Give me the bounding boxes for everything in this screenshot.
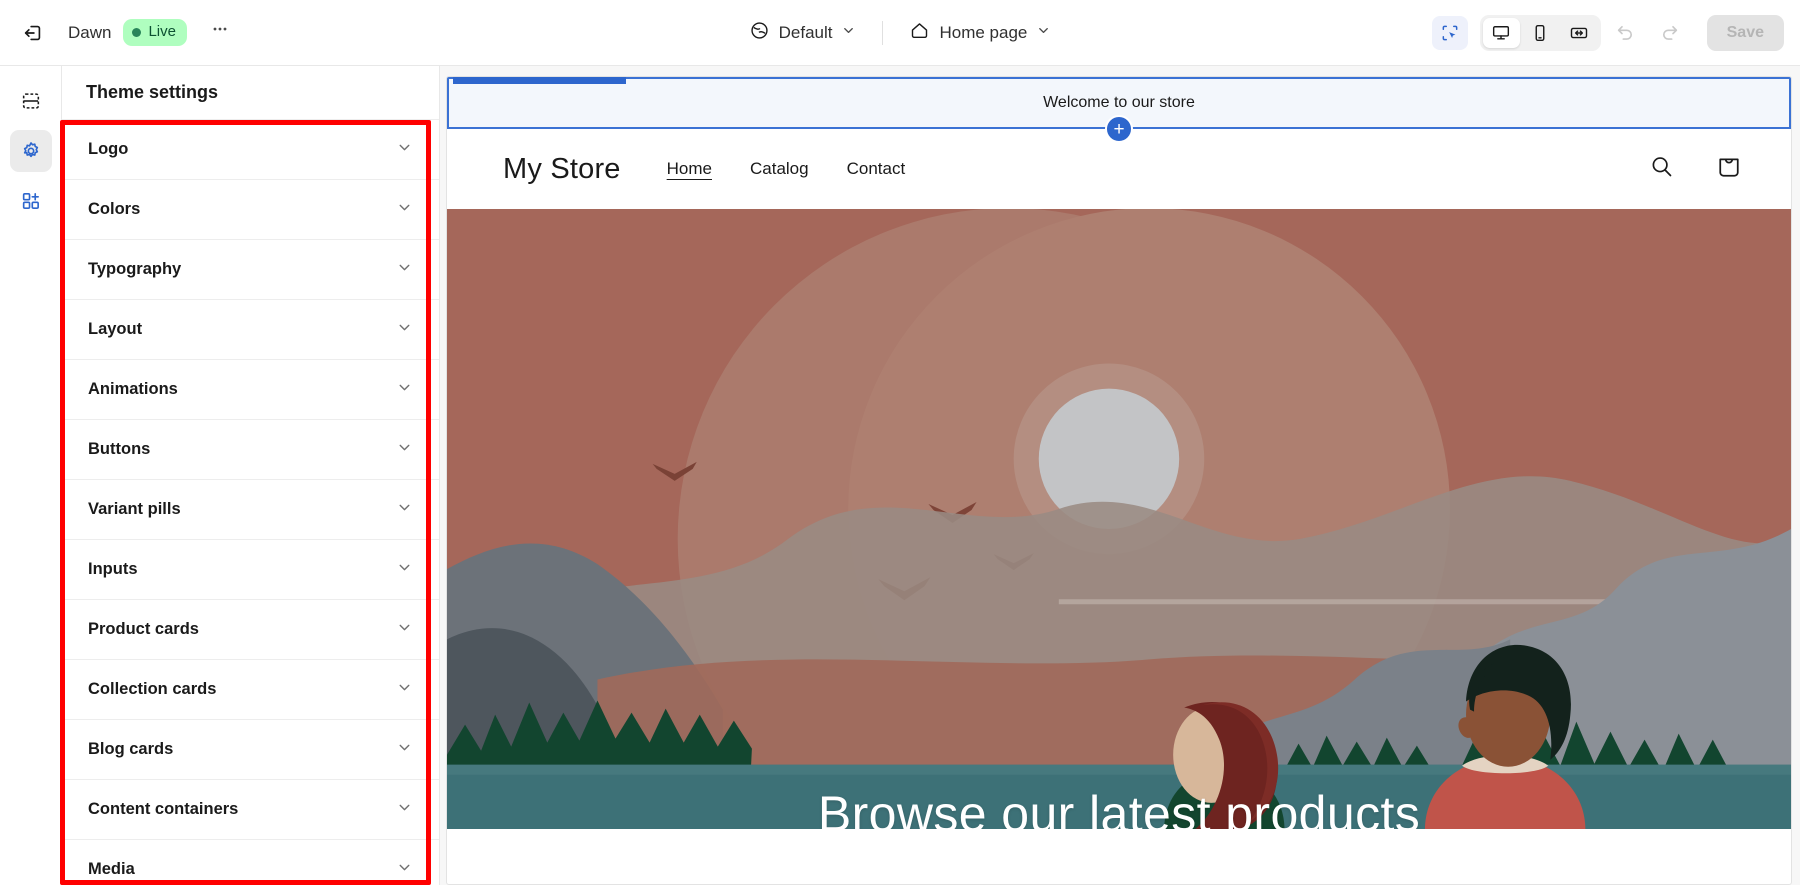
settings-row-label: Content containers	[88, 800, 239, 818]
toolbar-divider	[882, 20, 884, 45]
undo-icon[interactable]	[1607, 14, 1645, 52]
settings-row-label: Inputs	[88, 560, 138, 578]
chevron-down-icon[interactable]	[396, 439, 413, 461]
storefront-header-icons	[1648, 153, 1743, 186]
settings-row[interactable]: Buttons	[62, 419, 439, 479]
full-width-icon[interactable]	[1561, 18, 1598, 48]
settings-row-label: Variant pills	[88, 500, 181, 518]
page-selector-label: Home page	[939, 22, 1028, 42]
settings-row[interactable]: Logo	[62, 119, 439, 179]
globe-icon	[749, 20, 770, 46]
page-title: Theme settings	[86, 82, 219, 102]
settings-row[interactable]: Layout	[62, 299, 439, 359]
settings-row[interactable]: Blog cards	[62, 719, 439, 779]
storefront-nav-link[interactable]: Catalog	[750, 159, 809, 179]
top-bar: Dawn Live Default Home page Save	[0, 0, 1800, 66]
device-preview-group	[1479, 14, 1601, 51]
topbar-center-group: Default Home page	[675, 0, 1125, 65]
chevron-down-icon	[1036, 23, 1051, 43]
page-selector-button[interactable]: Home page	[897, 13, 1063, 53]
home-icon	[909, 20, 930, 46]
settings-row[interactable]: Colors	[62, 179, 439, 239]
sections-icon[interactable]	[10, 80, 52, 122]
chevron-down-icon[interactable]	[396, 319, 413, 341]
settings-row[interactable]: Collection cards	[62, 659, 439, 719]
announcement-bar-label-text: Announcement bar	[483, 77, 615, 79]
settings-row[interactable]: Content containers	[62, 779, 439, 839]
settings-row[interactable]: Animations	[62, 359, 439, 419]
hero-heading: Browse our latest products	[817, 786, 1421, 829]
theme-settings-list: Logo Colors Typography Layout Animations Butt…	[62, 119, 439, 885]
settings-row-label: Blog cards	[88, 740, 174, 758]
announcement-bar-label[interactable]: Announcement bar	[453, 77, 627, 84]
settings-row[interactable]: Inputs	[62, 539, 439, 599]
chevron-down-icon[interactable]	[396, 499, 413, 521]
settings-row[interactable]: Product cards	[62, 599, 439, 659]
settings-row-label: Buttons	[88, 440, 151, 458]
topbar-right-group: Save	[1431, 14, 1800, 52]
announcement-bar-text: Welcome to our store	[1043, 94, 1195, 111]
announcement-bar-icon	[462, 77, 476, 80]
settings-row[interactable]: Variant pills	[62, 479, 439, 539]
chevron-down-icon[interactable]	[396, 679, 413, 701]
storefront-nav-link[interactable]: Home	[667, 159, 712, 179]
gear-icon[interactable]	[9, 130, 52, 172]
announcement-bar-section[interactable]: Welcome to our store Announcement bar +	[447, 77, 1791, 143]
preview-area: Welcome to our store Announcement bar + …	[440, 66, 1800, 885]
redo-icon[interactable]	[1651, 14, 1689, 52]
storefront-preview: Welcome to our store Announcement bar + …	[446, 76, 1792, 885]
settings-row-label: Media	[88, 860, 135, 878]
storefront-nav: Home Catalog Contact	[667, 159, 906, 179]
settings-row-label: Collection cards	[88, 680, 217, 698]
left-icon-rail	[0, 66, 62, 885]
settings-row-label: Logo	[88, 140, 129, 158]
theme-settings-panel: Theme settings Logo Colors Typography Layou…	[62, 66, 440, 885]
status-badge: Live	[123, 19, 187, 46]
chevron-down-icon[interactable]	[396, 379, 413, 401]
settings-row-label: Product cards	[88, 620, 199, 638]
chevron-down-icon[interactable]	[396, 619, 413, 641]
hero-banner[interactable]: Browse our latest products	[447, 209, 1791, 829]
theme-name: Dawn	[68, 22, 112, 42]
topbar-left-group: Dawn Live	[0, 14, 239, 52]
chevron-down-icon[interactable]	[396, 859, 413, 881]
exit-icon[interactable]	[14, 14, 52, 52]
settings-row-label: Typography	[88, 260, 182, 278]
settings-row-label: Colors	[88, 200, 141, 218]
chevron-down-icon[interactable]	[396, 139, 413, 161]
search-icon[interactable]	[1648, 153, 1675, 185]
chevron-down-icon[interactable]	[396, 199, 413, 221]
status-dot-icon	[132, 27, 142, 37]
chevron-down-icon[interactable]	[396, 259, 413, 281]
storefront-nav-link[interactable]: Contact	[847, 159, 906, 179]
chevron-down-icon[interactable]	[396, 799, 413, 821]
chevron-down-icon[interactable]	[396, 559, 413, 581]
chevron-down-icon	[841, 23, 856, 43]
apps-icon[interactable]	[10, 180, 52, 222]
more-options-icon[interactable]	[201, 14, 239, 52]
desktop-icon[interactable]	[1482, 17, 1520, 48]
status-badge-label: Live	[148, 23, 176, 40]
settings-row[interactable]: Typography	[62, 239, 439, 299]
theme-selector-label: Default	[778, 22, 833, 42]
add-section-button[interactable]: +	[1105, 115, 1133, 143]
settings-row-label: Layout	[88, 320, 143, 338]
shopping-bag-icon[interactable]	[1715, 153, 1743, 186]
selection-cursor-icon[interactable]	[1431, 15, 1468, 50]
theme-selector-button[interactable]: Default	[737, 13, 869, 53]
settings-row-label: Animations	[88, 380, 178, 398]
store-name[interactable]: My Store	[503, 153, 621, 186]
settings-row[interactable]: Media	[62, 839, 439, 885]
save-button[interactable]: Save	[1706, 14, 1784, 51]
mobile-icon[interactable]	[1522, 18, 1559, 48]
hero-illustration	[447, 209, 1791, 829]
chevron-down-icon[interactable]	[396, 739, 413, 761]
